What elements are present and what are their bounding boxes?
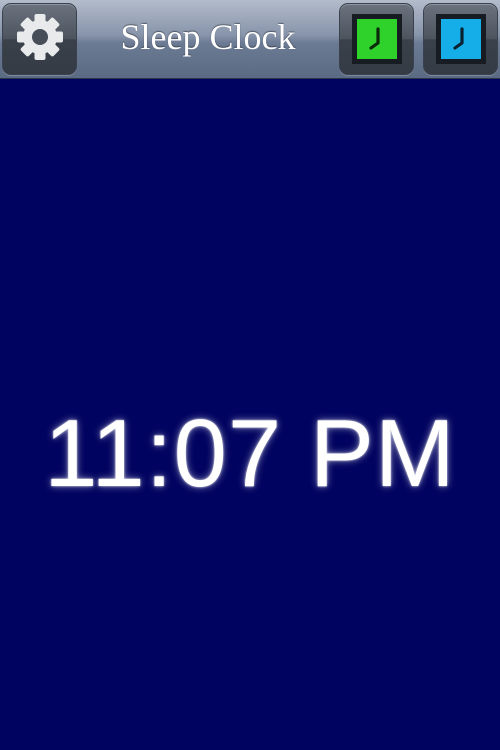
- clock-icon: [449, 26, 473, 52]
- app-window: Sleep Clock 11:07 PM: [0, 0, 500, 750]
- green-color-swatch: [351, 14, 402, 64]
- blue-theme-button[interactable]: [423, 3, 498, 75]
- page-title: Sleep Clock: [120, 17, 296, 57]
- clock-icon: [365, 26, 389, 52]
- green-theme-button[interactable]: [339, 3, 414, 75]
- time-display: 11:07 PM: [44, 400, 456, 507]
- navigation-bar: Sleep Clock: [0, 0, 500, 79]
- gear-icon: [15, 12, 65, 67]
- blue-color-swatch: [435, 14, 486, 64]
- settings-button[interactable]: [2, 3, 77, 75]
- clock-display-area[interactable]: 11:07 PM: [0, 79, 500, 750]
